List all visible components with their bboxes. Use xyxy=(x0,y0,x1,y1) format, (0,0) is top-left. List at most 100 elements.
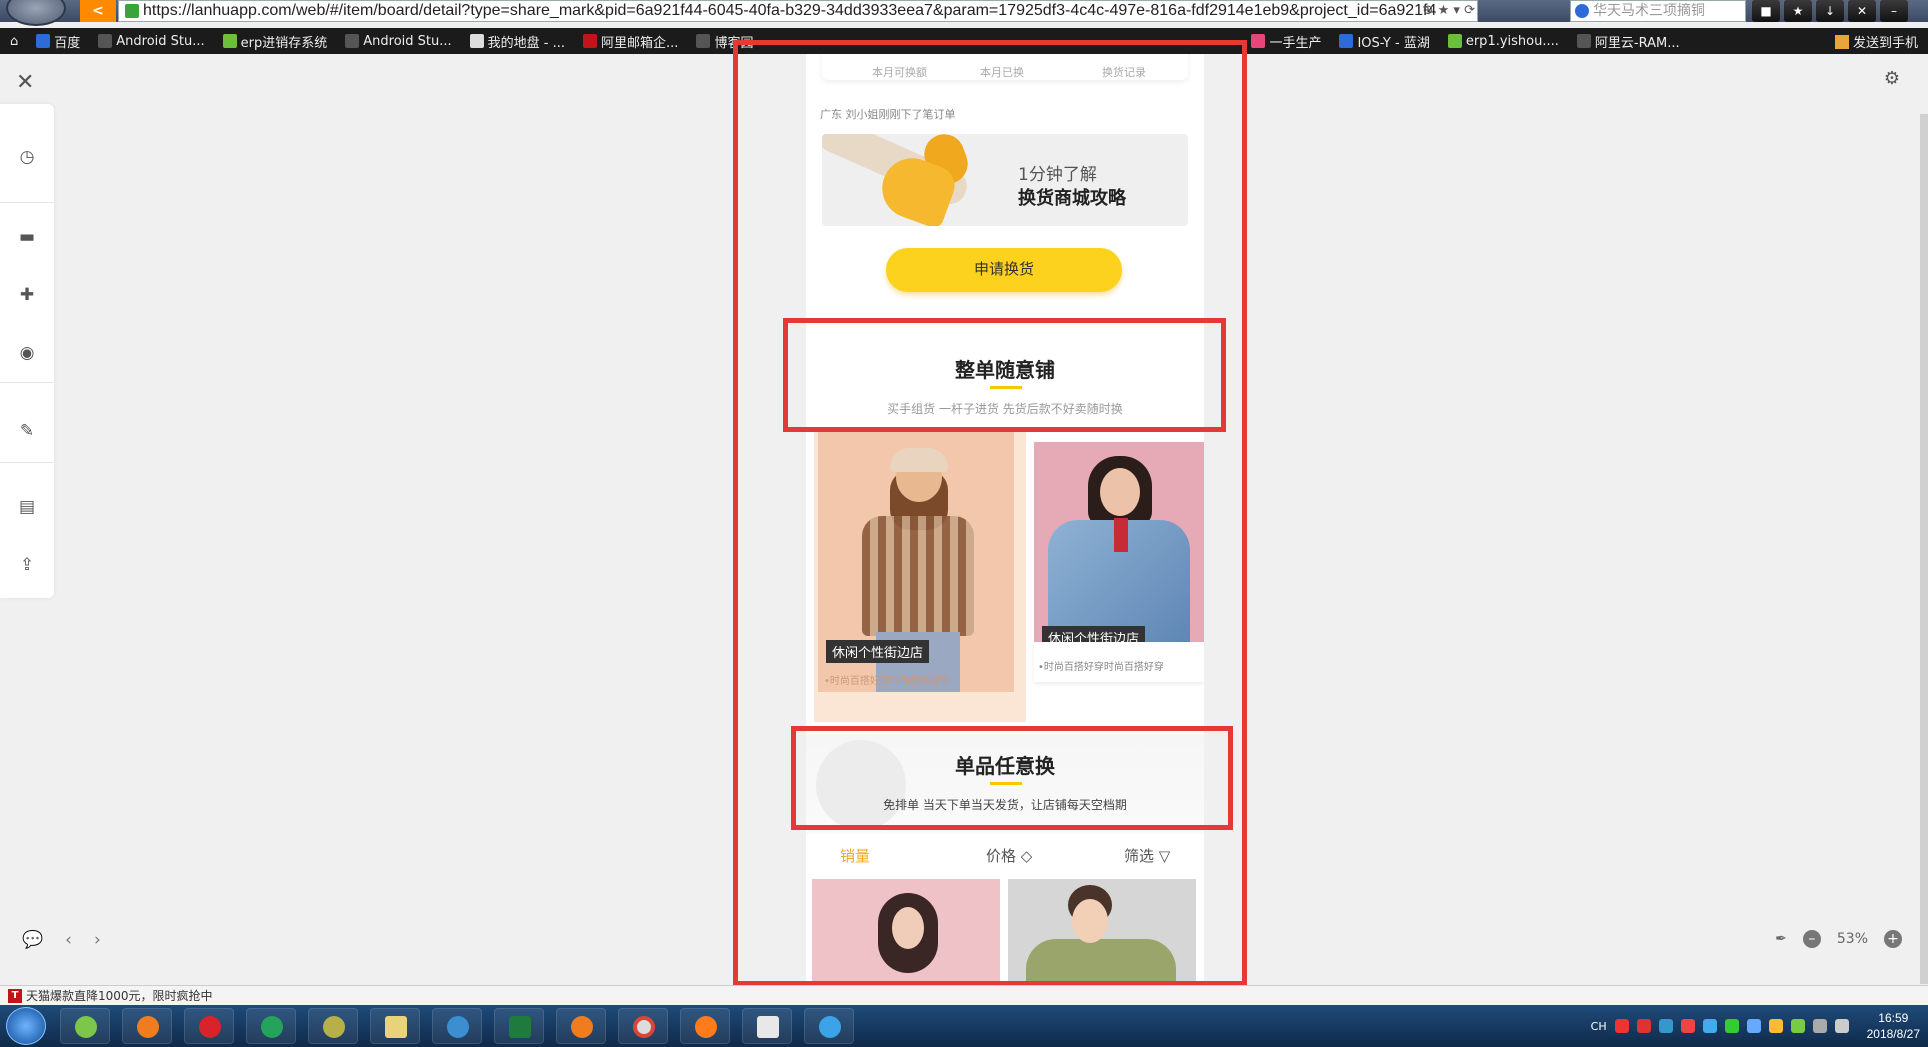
guide-banner[interactable]: 1分钟了解 换货商城攻略 xyxy=(822,134,1188,226)
taskbar-app-icon[interactable] xyxy=(122,1008,172,1044)
product-card[interactable] xyxy=(812,879,1000,985)
url-field[interactable]: https://lanhuapp.com/web/#/item/board/de… xyxy=(118,0,1478,22)
product-card[interactable] xyxy=(1008,879,1196,985)
store-card[interactable]: 休闲个性街边店 xyxy=(818,432,1014,692)
home-icon[interactable]: ⌂ xyxy=(10,34,18,49)
tray-icon[interactable] xyxy=(1724,1019,1739,1033)
comment-icon[interactable]: ▬ xyxy=(0,222,54,252)
send-to-phone-button[interactable]: 发送到手机 xyxy=(1834,32,1918,51)
apply-exchange-button[interactable]: 申请换货 xyxy=(886,248,1122,292)
pen-icon[interactable]: ✎ xyxy=(0,416,54,446)
tab-filter[interactable]: 筛选 ▽ xyxy=(1124,845,1170,866)
section2-title: 单品任意换 xyxy=(955,754,1055,778)
add-comment-icon[interactable]: ✚ xyxy=(0,280,54,310)
bookmark-icon xyxy=(222,34,237,48)
bookmark-item[interactable]: Android Stu... xyxy=(98,34,205,49)
minimize-icon[interactable]: – xyxy=(1880,0,1908,22)
bookmark-item[interactable]: Android Stu... xyxy=(345,33,452,49)
status-text[interactable]: 天猫爆款直降1000元，限时疯抢中 xyxy=(26,987,213,1004)
store-card[interactable]: 休闲个性街边店 xyxy=(1034,442,1204,642)
tray-icon[interactable] xyxy=(1614,1019,1629,1033)
network-icon[interactable] xyxy=(1812,1019,1827,1033)
title-underline xyxy=(990,782,1022,785)
tray-icon[interactable] xyxy=(1746,1019,1761,1033)
tray-icon[interactable] xyxy=(1658,1019,1673,1033)
bookmark-item[interactable]: 一手生产 xyxy=(1251,32,1321,51)
tray-icon[interactable] xyxy=(1702,1019,1717,1033)
scrollbar[interactable] xyxy=(1920,114,1928,984)
gear-icon[interactable]: ⚙ xyxy=(1884,68,1900,89)
section2-subtitle: 免排单 当天下单当天发货，让店铺每天空档期 xyxy=(883,798,1127,812)
back-arrow-icon[interactable]: < xyxy=(80,0,116,22)
bookmark-label: 一手生产 xyxy=(1269,35,1322,51)
bookmark-item[interactable]: erp进销存系统 xyxy=(222,32,328,51)
start-button[interactable] xyxy=(6,1007,46,1045)
banner-line1: 1分钟了解 xyxy=(1018,165,1097,185)
feedback-icon[interactable]: 💬 xyxy=(22,930,43,950)
bookmark-item[interactable]: 博客园 xyxy=(696,32,753,51)
bookmark-icon xyxy=(1447,34,1462,48)
lock-window-icon[interactable]: ■ xyxy=(1752,0,1780,22)
search-placeholder: 华天马术三项摘铜 xyxy=(1593,3,1705,19)
prev-icon[interactable]: ‹ xyxy=(65,930,72,950)
next-icon[interactable]: › xyxy=(94,930,101,950)
bookmark-item[interactable]: 百度 xyxy=(36,32,80,51)
tray-icon[interactable] xyxy=(1680,1019,1695,1033)
taskbar-app-icon[interactable] xyxy=(60,1008,110,1044)
bookmark-label: erp进销存系统 xyxy=(240,35,328,51)
tab-sales[interactable]: 销量 xyxy=(840,845,870,866)
zoom-out-icon[interactable]: – xyxy=(1802,930,1821,948)
bookmark-label: IOS-Y - 蓝湖 xyxy=(1357,35,1430,51)
stat-label: 本月可换额 xyxy=(872,66,927,79)
taskbar-app-icon[interactable] xyxy=(556,1008,606,1044)
download-icon[interactable]: ↓ xyxy=(1816,0,1844,22)
eye-icon[interactable]: ◉ xyxy=(0,338,54,368)
history-icon[interactable]: ◷ xyxy=(0,142,54,172)
taskbar-app-icon[interactable] xyxy=(184,1008,234,1044)
bookmark-item[interactable]: 阿里邮箱企... xyxy=(583,32,678,51)
volume-icon[interactable] xyxy=(1834,1019,1849,1033)
send-label: 发送到手机 xyxy=(1852,36,1918,51)
taskbar-app-icon[interactable] xyxy=(618,1008,668,1044)
taskbar-app-icon[interactable] xyxy=(370,1008,420,1044)
favorite-star-icon[interactable]: ★ xyxy=(1784,0,1812,22)
taskbar-app-icon[interactable] xyxy=(680,1008,730,1044)
bookmark-label: Android Stu... xyxy=(363,33,452,49)
bookmark-item[interactable]: erp1.yishou.... xyxy=(1447,34,1559,49)
bookmark-item[interactable]: IOS-Y - 蓝湖 xyxy=(1339,32,1430,51)
taskbar-app-icon[interactable] xyxy=(804,1008,854,1044)
bookmarks-bar: ⌂ 百度 Android Stu... erp进销存系统 Android Stu… xyxy=(0,28,1928,54)
bookmark-icon xyxy=(98,34,113,48)
browser-search-input[interactable]: 华天马术三项摘铜 xyxy=(1570,0,1746,22)
taskbar-app-icon[interactable] xyxy=(494,1008,544,1044)
slices-icon[interactable]: ▤ xyxy=(0,492,54,522)
bookmark-icon xyxy=(1576,34,1591,48)
system-tray: CH 16:59 2018/8/27 xyxy=(1591,1009,1920,1043)
taskbar-app-icon[interactable] xyxy=(246,1008,296,1044)
taskbar-app-icon[interactable] xyxy=(308,1008,358,1044)
ime-icon[interactable]: CH xyxy=(1591,1020,1607,1033)
share-icon[interactable]: ⇪ xyxy=(0,550,54,580)
url-text[interactable]: https://lanhuapp.com/web/#/item/board/de… xyxy=(143,2,1436,20)
bookmark-item[interactable]: 阿里云-RAM... xyxy=(1576,32,1680,51)
tray-icon[interactable] xyxy=(1790,1019,1805,1033)
url-tools-icon[interactable]: ⊕ ★ ▾ ⟳ xyxy=(1423,3,1475,18)
carousel-dots xyxy=(982,220,1006,223)
bookmark-item[interactable]: 我的地盘 - ... xyxy=(469,32,565,51)
taskbar-app-icon[interactable] xyxy=(742,1008,792,1044)
artboard[interactable]: 本月可换额 本月已换 换货记录 广东 刘小姐刚刚下了笔订单 1分钟了解 换货商城… xyxy=(806,54,1204,985)
tray-icon[interactable] xyxy=(1768,1019,1783,1033)
tray-icon[interactable] xyxy=(1636,1019,1651,1033)
bookmark-icon xyxy=(696,34,711,48)
clock[interactable]: 16:59 2018/8/27 xyxy=(1867,1010,1920,1042)
tools-icon[interactable]: ✕ xyxy=(1848,0,1876,22)
close-icon[interactable]: ✕ xyxy=(16,70,34,95)
taskbar-app-icon[interactable] xyxy=(432,1008,482,1044)
browser-back-button[interactable] xyxy=(6,0,66,26)
stat-label: 本月已换 xyxy=(980,66,1024,79)
bookmark-icon xyxy=(1251,34,1266,48)
zoom-in-icon[interactable]: + xyxy=(1884,930,1902,948)
bookmark-label: 百度 xyxy=(54,35,81,51)
color-picker-icon[interactable]: ✒ xyxy=(1775,931,1787,947)
tab-price[interactable]: 价格 ◇ xyxy=(986,845,1032,866)
